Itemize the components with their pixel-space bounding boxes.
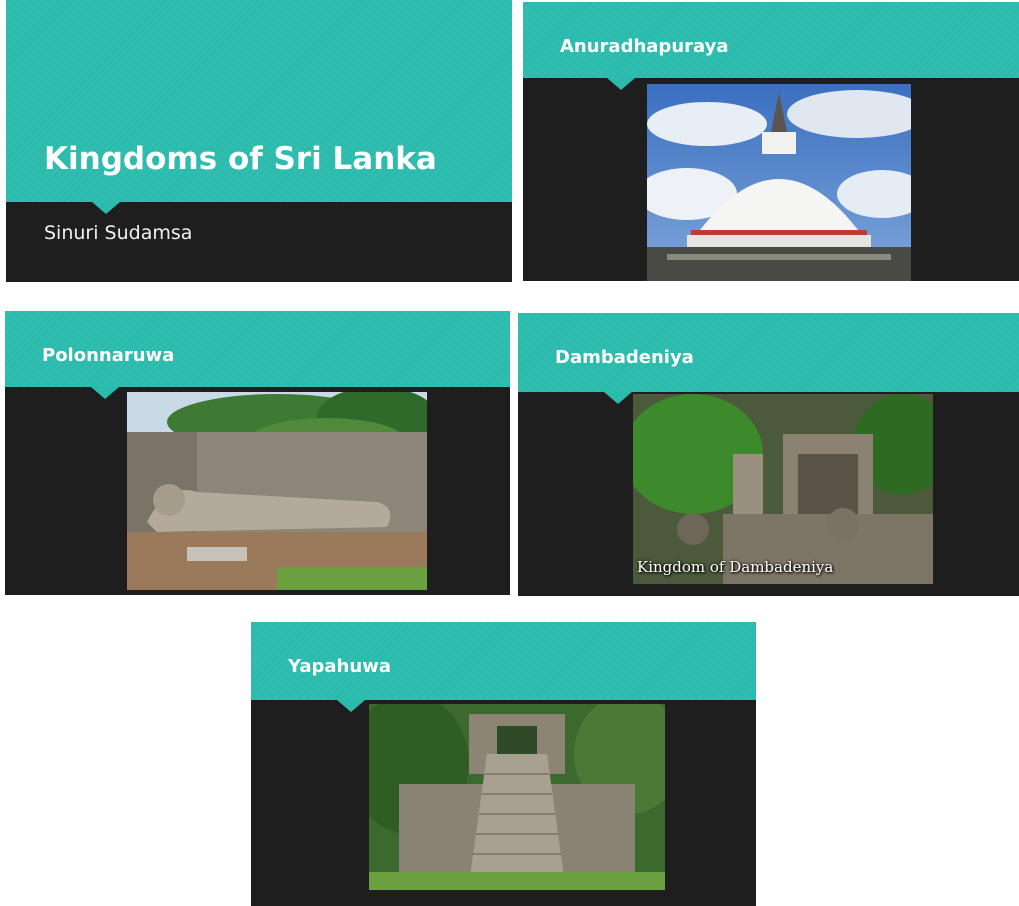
band-notch: [337, 700, 365, 712]
slide-dambadeniya[interactable]: Dambadeniya Kingdom of Dambadeniya: [518, 313, 1019, 596]
band-notch: [607, 78, 635, 90]
temple-ruins-photo: Kingdom of Dambadeniya: [633, 394, 933, 584]
slide-title: Yapahuwa: [288, 656, 391, 677]
band-notch: [604, 392, 632, 404]
presentation-title: Kingdoms of Sri Lanka: [44, 141, 437, 177]
slide-title: Polonnaruwa: [42, 345, 175, 366]
band-notch: [91, 387, 119, 399]
slide-title: Anuradhapuraya: [560, 36, 729, 57]
reclining-buddha-photo: [127, 392, 427, 590]
band-notch: [92, 202, 120, 214]
slide-title: Dambadeniya: [555, 347, 694, 368]
slide-anuradhapuraya[interactable]: Anuradhapuraya: [523, 2, 1019, 281]
slide-polonnaruwa[interactable]: Polonnaruwa: [5, 311, 510, 595]
image-caption: Kingdom of Dambadeniya: [637, 558, 834, 576]
slide-yapahuwa[interactable]: Yapahuwa: [251, 622, 756, 906]
stone-staircase-photo: [369, 704, 665, 890]
title-slide[interactable]: Kingdoms of Sri Lanka Sinuri Sudamsa: [6, 0, 512, 282]
presentation-subtitle: Sinuri Sudamsa: [44, 222, 193, 244]
stupa-photo: [647, 84, 911, 281]
